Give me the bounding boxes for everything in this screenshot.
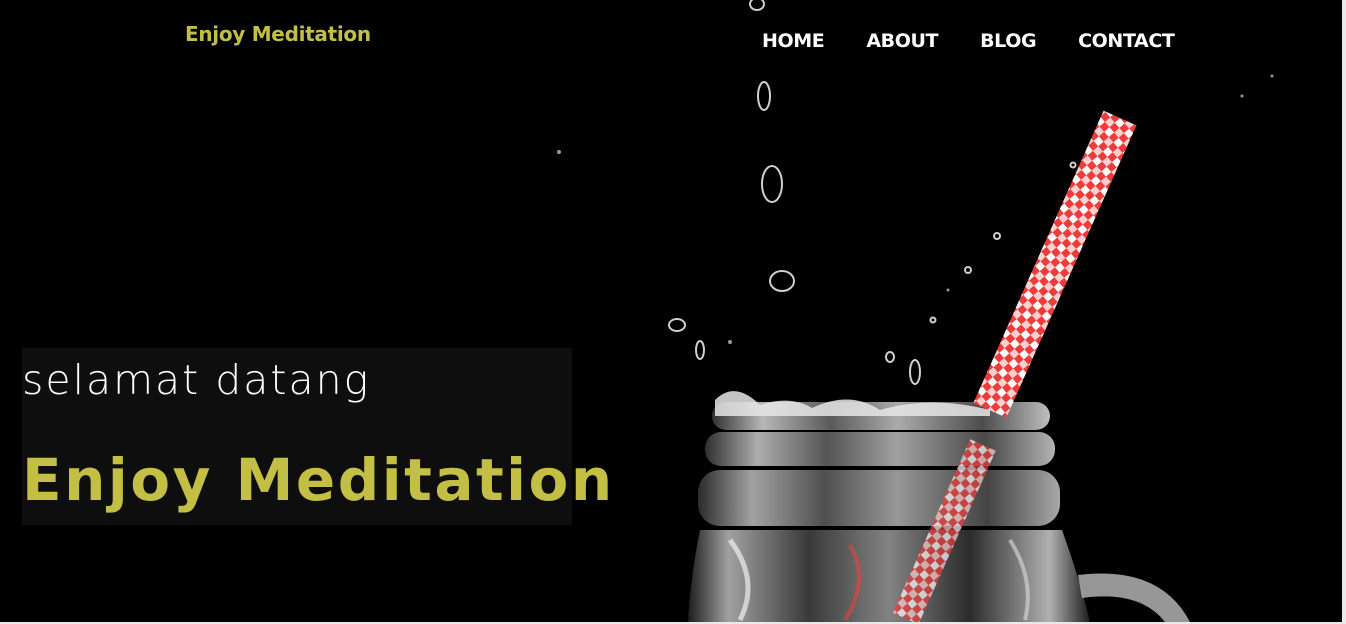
nav-home-link[interactable]: HOME xyxy=(762,30,825,52)
welcome-title: Enjoy Meditation xyxy=(22,446,615,514)
hero-section: Enjoy Meditation HOME ABOUT BLOG CONTACT… xyxy=(0,0,1342,622)
window-edge-right xyxy=(1342,0,1346,624)
welcome-box: selamat datang Enjoy Meditation xyxy=(22,348,612,525)
main-nav: HOME ABOUT BLOG CONTACT xyxy=(762,30,1216,52)
welcome-subtitle: selamat datang xyxy=(22,356,371,404)
nav-contact-link[interactable]: CONTACT xyxy=(1078,30,1175,52)
nav-about-link[interactable]: ABOUT xyxy=(866,30,938,52)
hero-photo-jar-straw xyxy=(557,0,1274,622)
brand-logo-link[interactable]: Enjoy Meditation xyxy=(185,22,371,46)
nav-blog-link[interactable]: BLOG xyxy=(980,30,1036,52)
